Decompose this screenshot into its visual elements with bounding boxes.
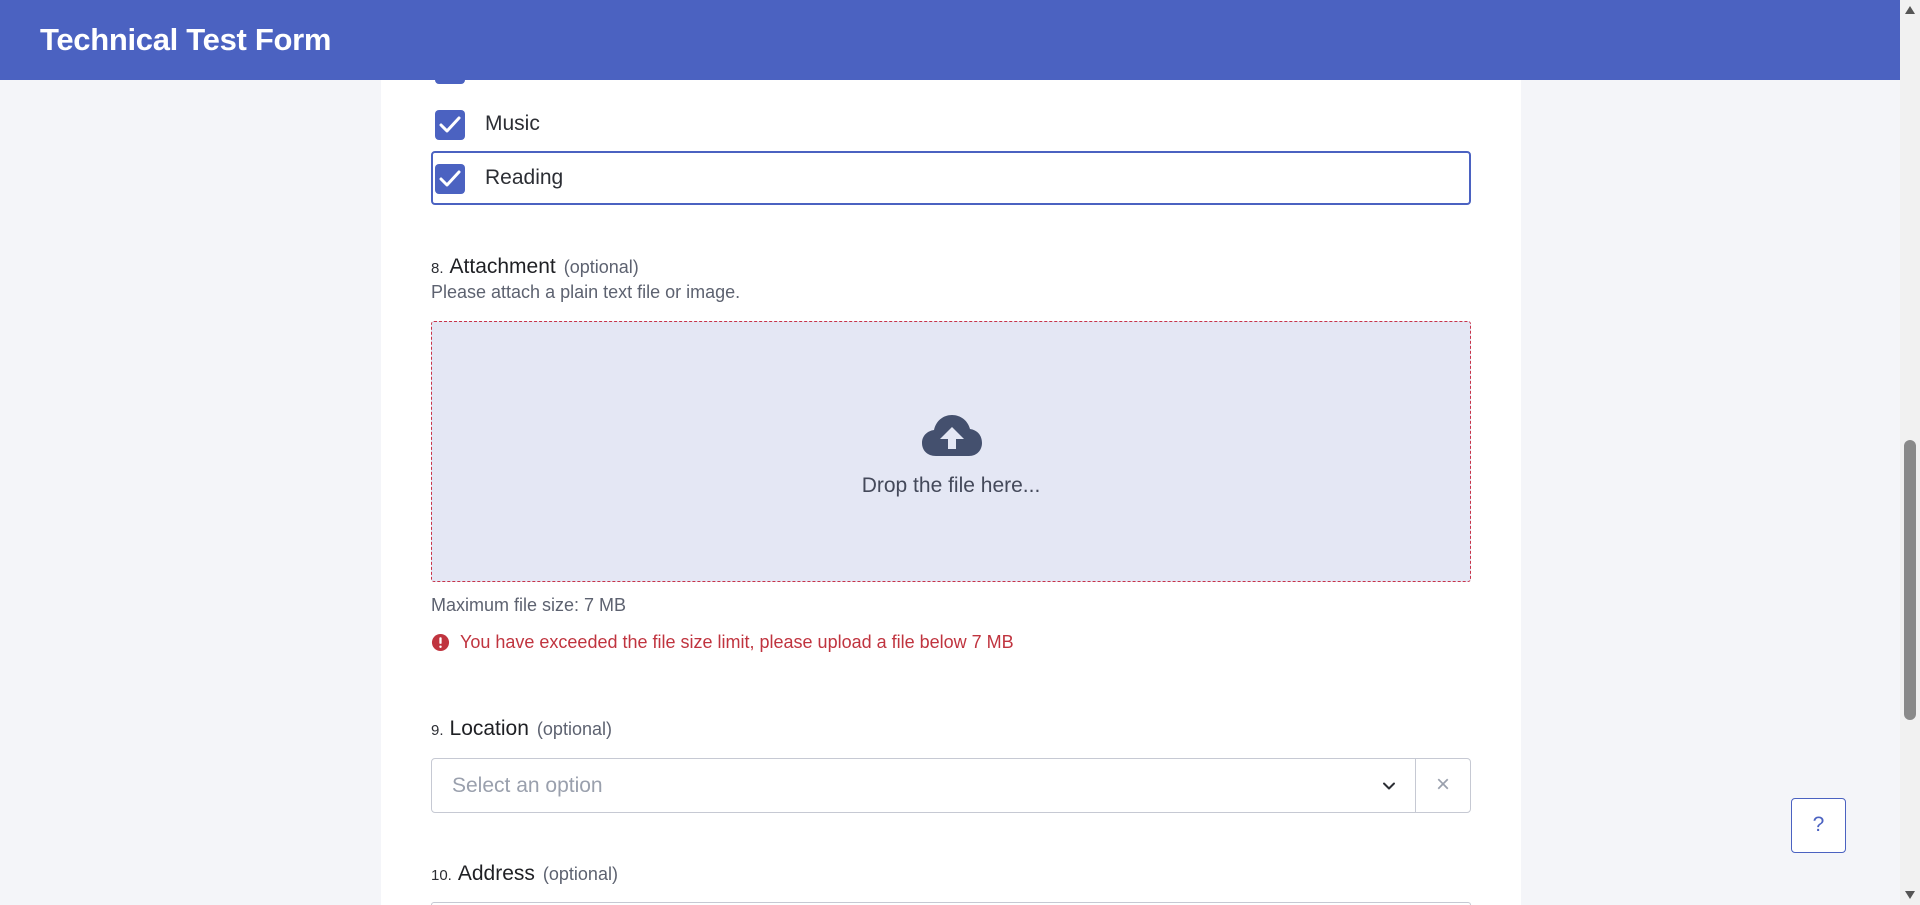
option-label-reading: Reading: [485, 166, 564, 189]
help-label: ?: [1812, 813, 1825, 836]
question-attachment-heading: 8. Attachment (optional): [431, 255, 639, 279]
app-header: Technical Test Form: [0, 0, 1900, 80]
question-title: Attachment: [449, 255, 556, 278]
question-location-heading: 9. Location (optional): [431, 717, 612, 741]
option-label-music: Music: [485, 112, 540, 135]
question-description: Please attach a plain text file or image…: [431, 282, 741, 302]
question-title: Address: [457, 862, 535, 885]
page-title: Technical Test Form: [40, 22, 332, 57]
clear-selection-button[interactable]: ×: [1415, 759, 1470, 812]
location-select[interactable]: Select an option ×: [431, 758, 1471, 813]
file-size-error: You have exceeded the file size limit, p…: [431, 632, 1014, 653]
chevron-down-icon[interactable]: [1381, 779, 1397, 793]
checkbox-reading[interactable]: [435, 164, 465, 194]
cloud-upload-icon: [922, 415, 982, 456]
error-message: You have exceeded the file size limit, p…: [460, 632, 1014, 652]
optional-tag: (optional): [536, 719, 612, 739]
max-file-size-note: Maximum file size: 7 MB: [431, 595, 627, 615]
optional-tag: (optional): [563, 257, 639, 277]
error-icon: [431, 633, 450, 652]
optional-tag: (optional): [542, 864, 618, 884]
question-number: 8.: [431, 260, 444, 277]
dropzone-text: Drop the file here...: [861, 474, 1041, 497]
close-icon: ×: [1435, 771, 1450, 798]
option-row-reading[interactable]: Reading: [431, 151, 1471, 205]
file-dropzone[interactable]: Drop the file here...: [431, 321, 1471, 582]
question-number: 9.: [431, 722, 444, 739]
question-address-heading: 10. Address (optional): [431, 862, 618, 886]
page-scrollbar[interactable]: [1900, 0, 1920, 905]
scrollbar-thumb[interactable]: [1904, 440, 1916, 720]
question-title: Location: [449, 717, 529, 740]
question-number: 10.: [431, 867, 452, 884]
option-row-music[interactable]: Music: [431, 97, 1471, 151]
scroll-up-arrow-icon[interactable]: [1904, 5, 1916, 15]
help-button[interactable]: ?: [1791, 798, 1846, 853]
scroll-down-arrow-icon[interactable]: [1904, 890, 1916, 900]
check-icon: [439, 116, 461, 133]
checkbox-music[interactable]: [435, 110, 465, 140]
check-icon: [439, 170, 461, 187]
select-placeholder: Select an option: [452, 774, 603, 797]
